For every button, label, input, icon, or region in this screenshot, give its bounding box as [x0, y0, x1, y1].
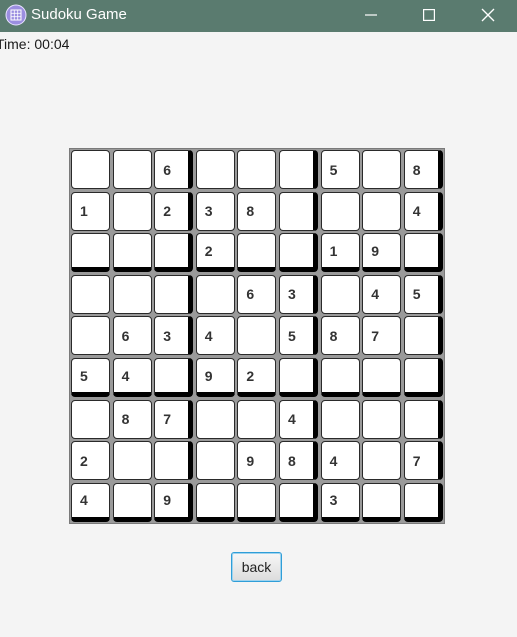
sudoku-cell[interactable] [362, 399, 402, 439]
sudoku-cell[interactable]: 4 [279, 399, 318, 439]
sudoku-cell[interactable]: 7 [362, 316, 402, 356]
sudoku-cell[interactable] [71, 274, 110, 314]
sudoku-cell[interactable] [112, 441, 152, 481]
sudoku-cell[interactable]: 5 [403, 274, 443, 314]
sudoku-cell[interactable]: 1 [320, 233, 360, 273]
sudoku-cell[interactable] [279, 150, 318, 189]
sudoku-cell[interactable] [362, 441, 402, 481]
sudoku-cell[interactable] [112, 150, 152, 189]
sudoku-cell[interactable] [112, 274, 152, 314]
sudoku-cell[interactable]: 9 [154, 482, 194, 522]
sudoku-cell[interactable] [320, 399, 360, 439]
sudoku-cell[interactable] [195, 482, 235, 522]
sudoku-cell[interactable] [362, 191, 402, 231]
close-button[interactable] [465, 0, 511, 30]
sudoku-cell[interactable]: 4 [362, 274, 402, 314]
sudoku-cell[interactable] [320, 274, 360, 314]
sudoku-cell[interactable]: 6 [112, 316, 152, 356]
sudoku-cell[interactable]: 4 [403, 191, 443, 231]
sudoku-cell[interactable]: 1 [71, 191, 110, 231]
minimize-button[interactable] [348, 0, 394, 30]
sudoku-cell[interactable]: 3 [195, 191, 235, 231]
sudoku-cell[interactable] [71, 233, 110, 273]
sudoku-cell[interactable] [279, 191, 318, 231]
sudoku-cell[interactable]: 9 [195, 358, 235, 397]
sudoku-cell[interactable] [320, 358, 360, 397]
sudoku-cell[interactable]: 2 [71, 441, 110, 481]
sudoku-cell[interactable]: 3 [320, 482, 360, 522]
sudoku-cell[interactable]: 6 [154, 150, 194, 189]
sudoku-cell[interactable]: 8 [279, 441, 318, 481]
sudoku-cell[interactable] [403, 358, 443, 397]
sudoku-cell[interactable] [71, 399, 110, 439]
sudoku-cell[interactable] [112, 482, 152, 522]
minimize-icon [365, 14, 377, 16]
sudoku-cell[interactable] [320, 191, 360, 231]
sudoku-cell[interactable]: 3 [279, 274, 318, 314]
sudoku-cell[interactable]: 2 [195, 233, 235, 273]
sudoku-cell[interactable]: 8 [112, 399, 152, 439]
sudoku-cell[interactable] [154, 274, 194, 314]
sudoku-cell[interactable] [279, 358, 318, 397]
sudoku-cell[interactable] [195, 399, 235, 439]
sudoku-cell[interactable]: 8 [237, 191, 277, 231]
sudoku-cell[interactable]: 3 [154, 316, 194, 356]
sudoku-cell[interactable] [112, 233, 152, 273]
sudoku-cell[interactable]: 4 [112, 358, 152, 397]
sudoku-board: 658123842196345634587549287429847493 [69, 148, 445, 524]
sudoku-cell[interactable] [112, 191, 152, 231]
title-bar: Sudoku Game [0, 0, 517, 32]
sudoku-cell[interactable] [279, 233, 318, 273]
sudoku-cell[interactable]: 2 [154, 191, 194, 231]
window-title: Sudoku Game [31, 6, 127, 23]
sudoku-cell[interactable] [279, 482, 318, 522]
sudoku-cell[interactable]: 2 [237, 358, 277, 397]
sudoku-cell[interactable] [237, 233, 277, 273]
maximize-button[interactable] [406, 0, 452, 30]
sudoku-cell[interactable] [195, 274, 235, 314]
sudoku-cell[interactable] [154, 358, 194, 397]
sudoku-cell[interactable] [237, 399, 277, 439]
sudoku-cell[interactable] [154, 233, 194, 273]
sudoku-cell[interactable]: 4 [320, 441, 360, 481]
sudoku-cell[interactable]: 4 [71, 482, 110, 522]
sudoku-cell[interactable]: 4 [195, 316, 235, 356]
back-button[interactable]: back [231, 552, 282, 582]
sudoku-cell[interactable] [237, 316, 277, 356]
sudoku-cell[interactable] [362, 358, 402, 397]
sudoku-cell[interactable]: 9 [362, 233, 402, 273]
timer-label: Time: 00:04 [0, 36, 70, 52]
sudoku-cell[interactable] [237, 482, 277, 522]
sudoku-cell[interactable] [71, 150, 110, 189]
sudoku-cell[interactable]: 5 [279, 316, 318, 356]
sudoku-cell[interactable]: 7 [154, 399, 194, 439]
sudoku-cell[interactable]: 8 [320, 316, 360, 356]
sudoku-cell[interactable] [195, 150, 235, 189]
sudoku-cell[interactable]: 5 [320, 150, 360, 189]
maximize-icon [423, 9, 435, 21]
sudoku-cell[interactable] [195, 441, 235, 481]
sudoku-cell[interactable]: 9 [237, 441, 277, 481]
sudoku-cell[interactable] [403, 399, 443, 439]
sudoku-cell[interactable]: 5 [71, 358, 110, 397]
sudoku-cell[interactable] [71, 316, 110, 356]
sudoku-app-icon [5, 4, 27, 26]
sudoku-cell[interactable] [362, 482, 402, 522]
sudoku-cell[interactable]: 7 [403, 441, 443, 481]
sudoku-cell[interactable]: 8 [403, 150, 443, 189]
sudoku-cell[interactable] [403, 316, 443, 356]
sudoku-cell[interactable] [403, 482, 443, 522]
close-icon [481, 8, 495, 22]
sudoku-cell[interactable] [403, 233, 443, 273]
sudoku-cell[interactable] [362, 150, 402, 189]
sudoku-cell[interactable]: 6 [237, 274, 277, 314]
sudoku-cell[interactable] [237, 150, 277, 189]
sudoku-cell[interactable] [154, 441, 194, 481]
